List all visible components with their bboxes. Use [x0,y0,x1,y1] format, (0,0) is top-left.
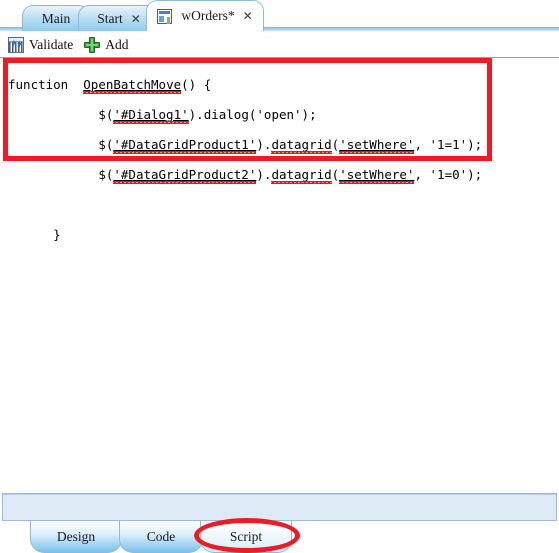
validate-button-label: Validate [29,36,74,52]
token-grid2-selector: '#DataGridProduct2' [113,167,257,184]
token-dot: ). [256,137,272,152]
token-tail: ); [467,137,483,152]
add-button-label: Add [105,36,129,52]
tab-main-label: Main [41,10,71,26]
bottom-tab-strip: Design Code Script [0,521,559,553]
tab-worders[interactable]: wOrders* ✕ [146,0,264,31]
bottom-tab-design-label: Design [56,528,96,544]
tab-start-label: Start [97,10,123,26]
validate-button[interactable]: Validate [6,34,78,55]
close-icon[interactable]: ✕ [131,13,141,25]
validate-grid-icon [8,36,24,53]
toolbar: Validate Add [0,31,559,58]
bottom-tab-script-label: Script [229,528,263,544]
panel-divider [3,494,556,495]
token-keyword-function: function [8,77,69,92]
token-paren-open: ( [331,167,340,182]
token-paren-open: ( [331,137,340,152]
code-line: } [8,227,482,242]
token-grid-arg-name: 'setWhere' [339,167,415,184]
code-line: $('#DataGridProduct1').datagrid('setWher… [8,137,483,154]
bottom-tab-code-label: Code [146,528,176,544]
token-open-brace: { [203,77,212,92]
green-plus-icon [84,36,101,53]
code-line: $('#Dialog1').dialog('open'); [8,107,482,124]
token-comma: , [414,167,430,182]
script-editor[interactable]: function OpenBatchMove() { $('#Dialog1')… [0,58,559,493]
token-grid1-selector: '#DataGridProduct1' [113,137,257,154]
bottom-tab-script[interactable]: Script [200,521,292,553]
token-dot: ). [256,167,272,182]
status-panel [2,493,557,521]
form-document-icon [157,8,173,24]
bottom-tab-design[interactable]: Design [30,521,122,553]
token-grid-arg-name: 'setWhere' [339,137,415,154]
add-button[interactable]: Add [82,34,133,55]
token-jquery: $( [98,107,114,122]
code-content[interactable]: function OpenBatchMove() { $('#Dialog1')… [8,62,482,272]
token-close-brace: } [53,227,61,242]
close-icon[interactable]: ✕ [243,10,253,22]
token-grid1-arg-value: '1=1' [429,137,468,152]
bottom-tab-code[interactable]: Code [119,521,203,553]
code-line: $('#DataGridProduct2').datagrid('setWher… [8,167,483,184]
token-dialog-arg: 'open' [256,107,302,122]
token-grid2-arg-value: '1=0' [429,167,468,182]
tab-worders-label: wOrders* [181,8,235,23]
token-tail: ); [467,167,483,182]
token-tail: ); [301,107,317,122]
token-dialog-method: dialog [203,107,249,122]
token-function-name: OpenBatchMove [83,77,182,94]
top-tab-strip: Main Start ✕ wOrders* ✕ [0,0,559,31]
code-line: function OpenBatchMove() { [8,77,482,94]
token-dot: ). [188,107,204,122]
token-grid-method: datagrid [271,167,332,184]
token-dialog-selector: '#Dialog1' [113,107,189,124]
token-jquery: $( [98,137,114,152]
token-parens: () [181,77,204,92]
token-jquery: $( [98,167,114,182]
token-grid-method: datagrid [271,137,332,154]
token-comma: , [414,137,430,152]
